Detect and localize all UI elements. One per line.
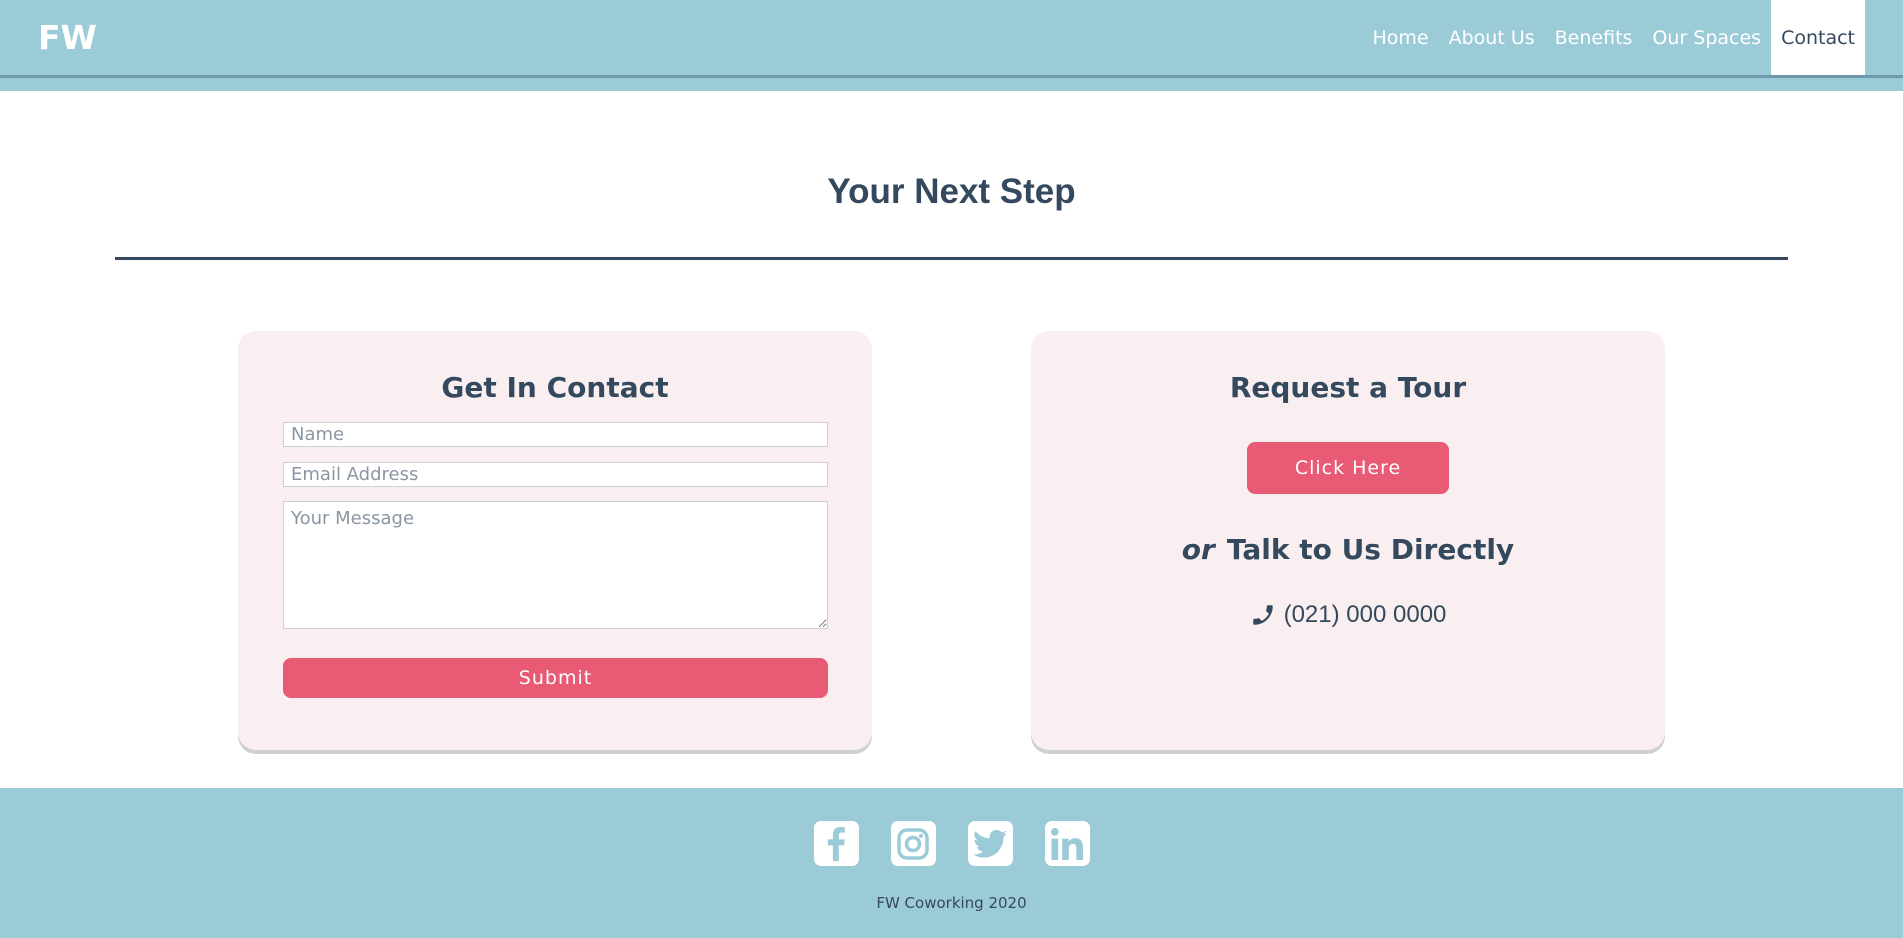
request-tour-button[interactable]: Click Here (1247, 442, 1449, 494)
twitter-icon[interactable] (967, 821, 1013, 866)
contact-card-title: Get In Contact (441, 371, 669, 404)
social-links (0, 821, 1903, 866)
page-title: Your Next Step (827, 172, 1076, 211)
contact-card: Get In Contact Submit (238, 331, 872, 750)
tour-card-title: Request a Tour (1229, 371, 1467, 404)
title-divider (115, 257, 1788, 260)
talk-text: Talk to Us Directly (1226, 533, 1515, 566)
nav-about-us[interactable]: About Us (1439, 0, 1545, 75)
phone-line: (021) 000 0000 (1031, 601, 1665, 629)
copyright: FW Coworking 2020 (876, 894, 1027, 912)
linkedin-icon[interactable] (1044, 821, 1090, 866)
nav-home[interactable]: Home (1363, 0, 1439, 75)
nav-contact[interactable]: Contact (1771, 0, 1865, 75)
site-header: FW Home About Us Benefits Our Spaces Con… (0, 0, 1903, 75)
logo[interactable]: FW (38, 18, 97, 57)
facebook-icon[interactable] (813, 821, 859, 866)
phone-number[interactable]: (021) 000 0000 (1284, 601, 1447, 629)
email-input[interactable] (283, 462, 828, 487)
tour-card: Request a Tour Click Here or Talk to Us D… (1031, 331, 1665, 750)
main-nav: Home About Us Benefits Our Spaces Contac… (1363, 0, 1865, 75)
header-strip (0, 78, 1903, 91)
message-textarea[interactable] (283, 501, 828, 629)
site-footer: FW Coworking 2020 (0, 788, 1903, 938)
nav-benefits[interactable]: Benefits (1545, 0, 1643, 75)
phone-icon (1250, 602, 1276, 628)
nav-our-spaces[interactable]: Our Spaces (1642, 0, 1771, 75)
name-input[interactable] (283, 422, 828, 447)
or-text: or (1181, 533, 1215, 566)
instagram-icon[interactable] (890, 821, 936, 866)
talk-heading: or Talk to Us Directly (1031, 533, 1665, 566)
submit-button[interactable]: Submit (283, 658, 828, 698)
